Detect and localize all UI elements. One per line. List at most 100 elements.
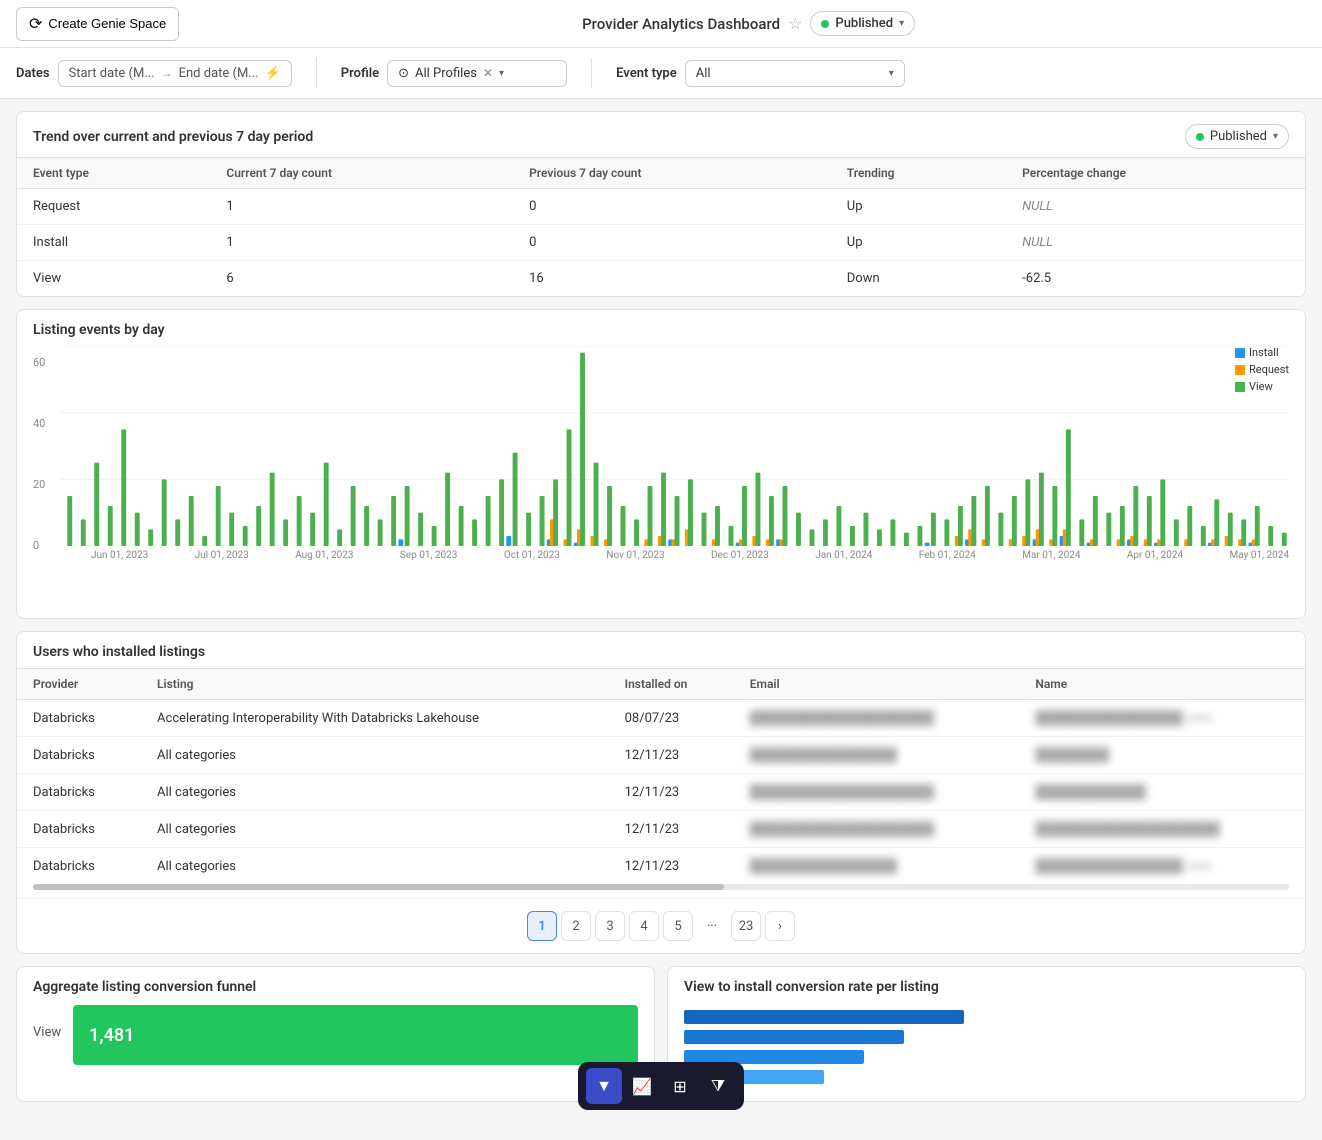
- chevron-down-icon: ▾: [1273, 131, 1278, 142]
- profile-select[interactable]: ⊙ All Profiles ✕ ▾: [387, 60, 567, 87]
- profile-label: Profile: [341, 66, 379, 81]
- chart-card: Listing events by day InstallRequestView…: [16, 309, 1306, 619]
- users-table-wrapper[interactable]: Provider Listing Installed on Email Name…: [17, 668, 1305, 884]
- x-axis-label: Sep 01, 2023: [400, 550, 458, 561]
- page-button[interactable]: 23: [731, 911, 761, 941]
- funnel-row: View 1,481: [33, 1005, 638, 1065]
- filters-bar: Dates Start date (M... → End date (M... …: [0, 48, 1322, 99]
- cell-trending: Up: [831, 189, 1006, 225]
- cell-percentage: -62.5: [1006, 261, 1305, 297]
- cell-listing: All categories: [141, 848, 609, 885]
- page-button: ···: [697, 911, 727, 941]
- trend-title: Trend over current and previous 7 day pe…: [33, 129, 313, 145]
- published-badge[interactable]: Published ▾: [810, 11, 915, 36]
- scrollbar-thumb[interactable]: [33, 884, 724, 890]
- filter-toolbar-btn[interactable]: ▼: [586, 1068, 622, 1104]
- event-type-select[interactable]: All ▾: [685, 60, 905, 87]
- cell-trending: Up: [831, 225, 1006, 261]
- page-button[interactable]: 5: [663, 911, 693, 941]
- star-icon[interactable]: ☆: [788, 14, 802, 33]
- cell-provider: Databricks: [17, 774, 141, 811]
- funnel-card: Aggregate listing conversion funnel View…: [16, 966, 655, 1102]
- conversion-card: View to install conversion rate per list…: [667, 966, 1306, 1102]
- cell-previous: 0: [513, 189, 831, 225]
- cell-current: 6: [210, 261, 513, 297]
- page-button[interactable]: 2: [561, 911, 591, 941]
- horizontal-scrollbar[interactable]: [33, 884, 1289, 890]
- filter-icon: ▼: [596, 1076, 612, 1096]
- col-trending: Trending: [831, 158, 1006, 189]
- x-axis-label: Jan 01, 2024: [815, 550, 872, 561]
- grid-icon: ⊞: [673, 1077, 686, 1096]
- cell-installed-on: 12/11/23: [609, 848, 734, 885]
- date-range-input[interactable]: Start date (M... → End date (M... ⚡: [58, 60, 292, 87]
- cell-installed-on: 08/07/23: [609, 700, 734, 737]
- chart-container: InstallRequestView 0 20 40 60 Jun 01, 20…: [33, 346, 1289, 606]
- dates-label: Dates: [16, 66, 50, 81]
- cell-percentage: NULL: [1006, 189, 1305, 225]
- users-table: Provider Listing Installed on Email Name…: [17, 668, 1305, 884]
- users-title: Users who installed listings: [33, 644, 205, 660]
- chart-toolbar-btn[interactable]: 📈: [624, 1068, 660, 1104]
- clear-icon[interactable]: ✕: [483, 66, 493, 80]
- chevron-down-icon: ▾: [899, 18, 904, 29]
- cell-listing: All categories: [141, 774, 609, 811]
- funnel-view-label: View: [33, 1025, 61, 1040]
- chevron-down-icon: ▾: [499, 68, 504, 79]
- cell-installed-on: 12/11/23: [609, 737, 734, 774]
- dates-filter-group: Dates Start date (M... → End date (M... …: [16, 60, 292, 87]
- trend-card: Trend over current and previous 7 day pe…: [16, 111, 1306, 297]
- page-button[interactable]: 4: [629, 911, 659, 941]
- col-installed-on: Installed on: [609, 669, 734, 700]
- cell-current: 1: [210, 189, 513, 225]
- cell-previous: 0: [513, 225, 831, 261]
- x-axis-label: Mar 01, 2024: [1022, 550, 1080, 561]
- cell-provider: Databricks: [17, 700, 141, 737]
- table-row: Databricks All categories 12/11/23 █████…: [17, 737, 1305, 774]
- event-type-filter-group: Event type All ▾: [616, 60, 905, 87]
- col-previous: Previous 7 day count: [513, 158, 831, 189]
- genie-icon: ⟳: [29, 14, 42, 34]
- x-axis-label: Dec 01, 2023: [711, 550, 769, 561]
- status-dot: [821, 20, 829, 28]
- users-card-header: Users who installed listings: [17, 632, 1305, 668]
- cell-email: ████████████████: [734, 848, 1020, 885]
- page-button[interactable]: 1: [527, 911, 557, 941]
- create-genie-space-button[interactable]: ⟳ Create Genie Space: [16, 7, 179, 41]
- status-dot: [1196, 133, 1204, 141]
- conversion-title: View to install conversion rate per list…: [684, 979, 1289, 995]
- filter-divider: [316, 58, 317, 88]
- cell-event-type: Request: [17, 189, 210, 225]
- cell-installed-on: 12/11/23: [609, 811, 734, 848]
- cell-name: ████████████████.com: [1019, 848, 1305, 885]
- cell-email: ████████████████████: [734, 774, 1020, 811]
- cell-listing: All categories: [141, 737, 609, 774]
- cell-event-type: Install: [17, 225, 210, 261]
- cell-email: ████████████████████: [734, 811, 1020, 848]
- next-page-button[interactable]: ›: [765, 911, 795, 941]
- funnel-value: 1,481: [89, 1025, 134, 1046]
- table-row: Request 1 0 Up NULL: [17, 189, 1305, 225]
- cell-name: ████████████████████: [1019, 811, 1305, 848]
- table-row: Databricks All categories 12/11/23 █████…: [17, 848, 1305, 885]
- x-axis-label: Apr 01, 2024: [1127, 550, 1183, 561]
- trend-published-badge[interactable]: Published ▾: [1185, 124, 1289, 149]
- chevron-down-icon: ▾: [889, 68, 894, 79]
- profile-icon: ⊙: [398, 66, 409, 81]
- col-provider: Provider: [17, 669, 141, 700]
- x-axis-label: Oct 01, 2023: [504, 550, 560, 561]
- cell-provider: Databricks: [17, 811, 141, 848]
- table-row: Databricks All categories 12/11/23 █████…: [17, 774, 1305, 811]
- page-button[interactable]: 3: [595, 911, 625, 941]
- funnel-icon: ⧩: [711, 1076, 725, 1096]
- page-title: Provider Analytics Dashboard ☆ Published…: [191, 11, 1306, 36]
- table-row: Databricks All categories 12/11/23 █████…: [17, 811, 1305, 848]
- col-listing: Listing: [141, 669, 609, 700]
- users-card: Users who installed listings Provider Li…: [16, 631, 1306, 954]
- lightning-icon: ⚡: [265, 66, 281, 81]
- chart-title: Listing events by day: [33, 322, 1289, 338]
- x-axis-label: Aug 01, 2023: [295, 550, 353, 561]
- grid-toolbar-btn[interactable]: ⊞: [662, 1068, 698, 1104]
- funnel-toolbar-btn[interactable]: ⧩: [700, 1068, 736, 1104]
- x-axis-label: Jul 01, 2023: [195, 550, 249, 561]
